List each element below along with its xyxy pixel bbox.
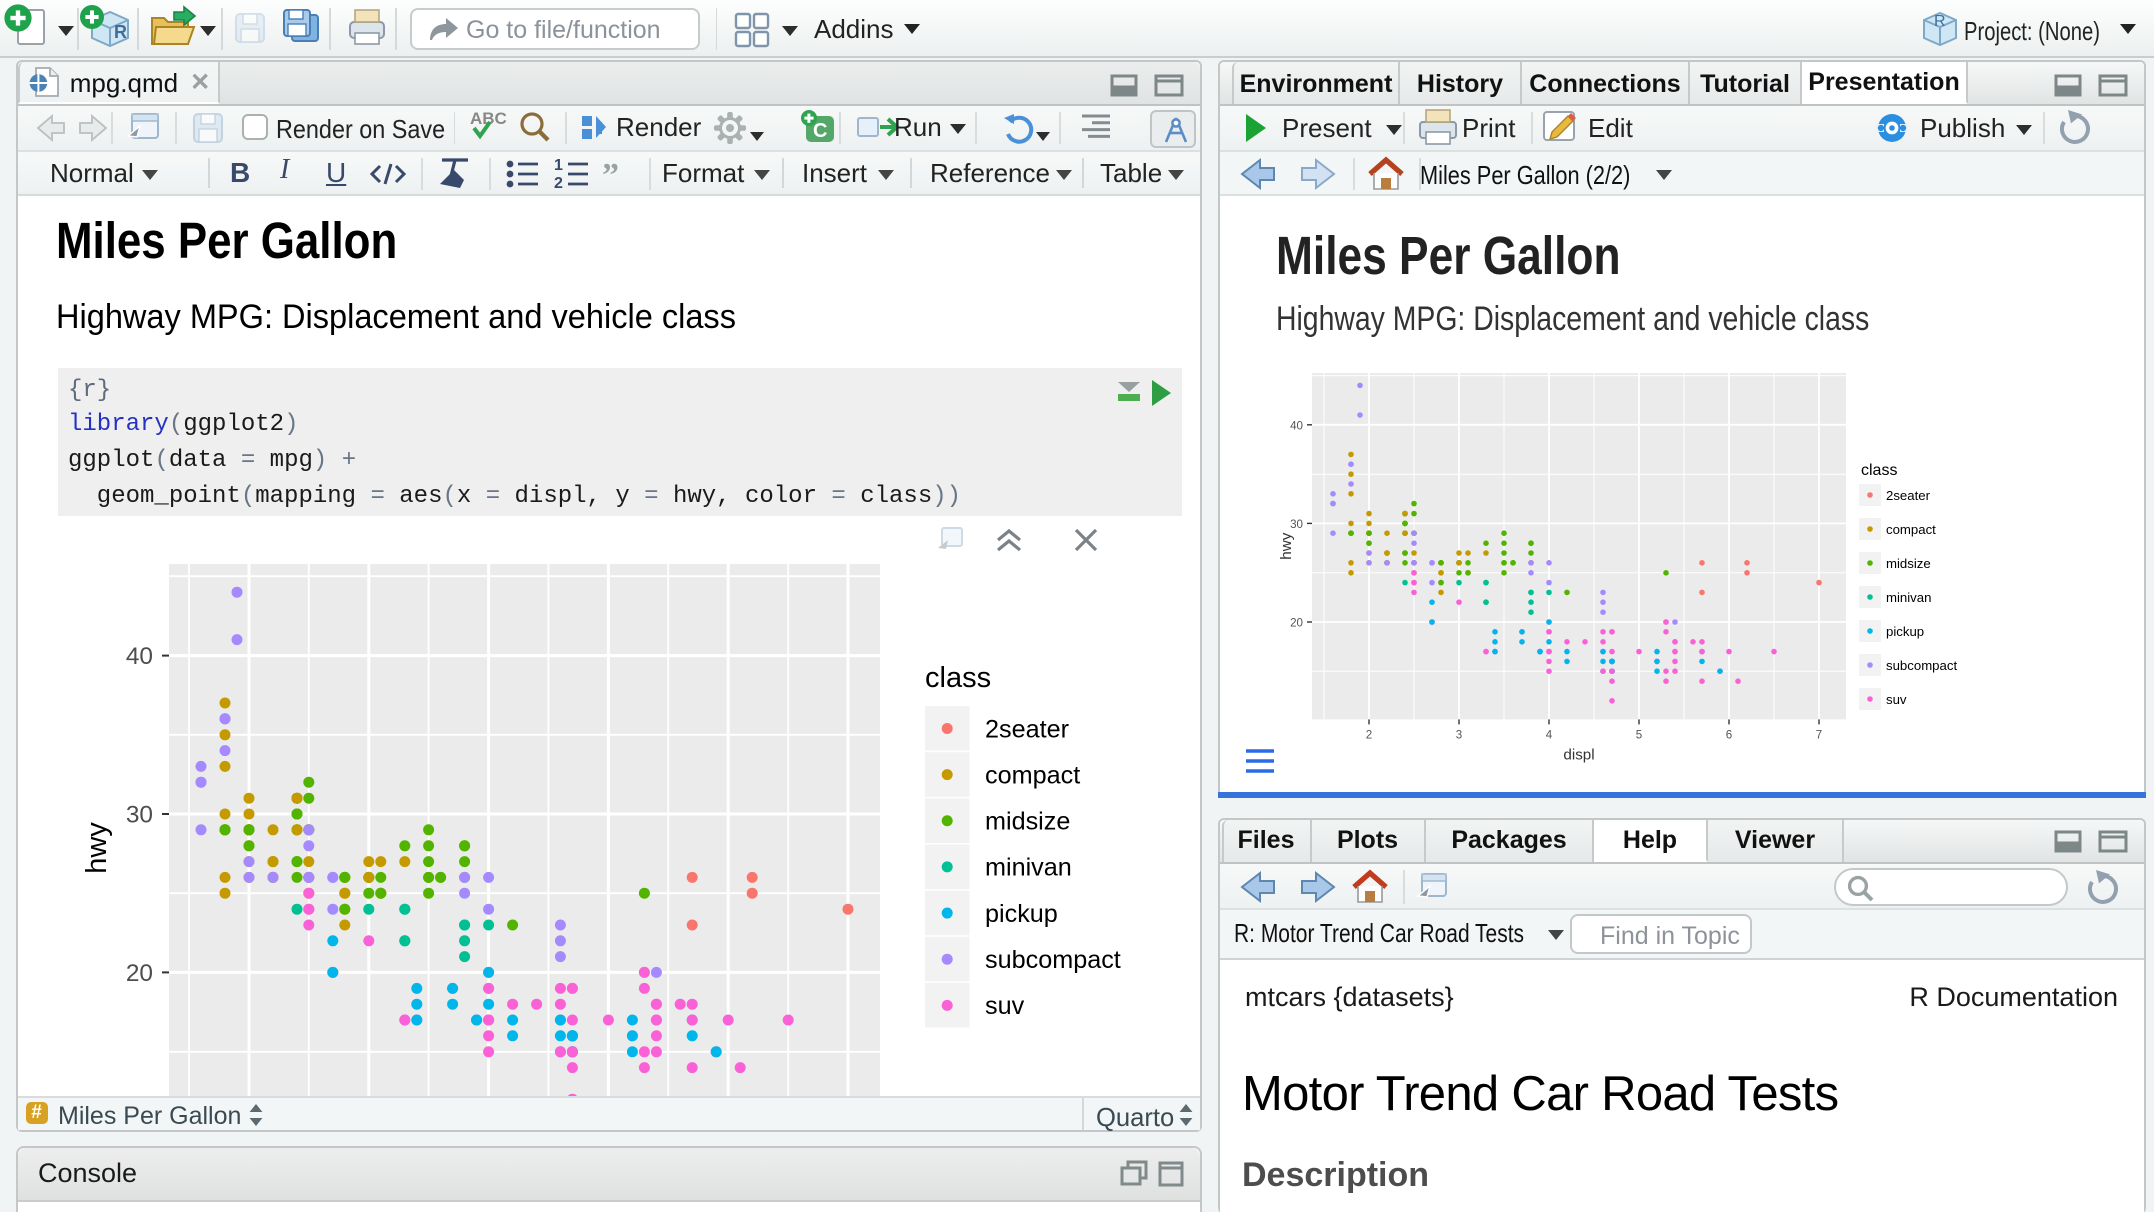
svg-text:class: class <box>925 662 991 694</box>
svg-text:R: R <box>1934 13 1946 30</box>
svg-text:7: 7 <box>1816 728 1822 741</box>
svg-text:20: 20 <box>126 960 153 987</box>
svg-text:R: R <box>114 22 127 42</box>
svg-text:5: 5 <box>1636 728 1642 741</box>
svg-text:hwy: hwy <box>81 822 113 874</box>
svg-text:subcompact: subcompact <box>1886 658 1957 673</box>
svg-text:Edit: Edit <box>1588 113 1634 143</box>
svg-text:”: ” <box>602 156 619 193</box>
svg-text:displ: displ <box>1563 746 1594 763</box>
svg-text:compact: compact <box>1886 522 1936 537</box>
svg-text:Render: Render <box>616 112 702 142</box>
svg-text:midsize: midsize <box>1886 556 1931 571</box>
svg-text:1: 1 <box>554 156 563 173</box>
svg-text:midsize: midsize <box>985 808 1070 836</box>
svg-text:6: 6 <box>1726 728 1732 741</box>
svg-text:Print: Print <box>1462 113 1516 143</box>
svg-text:2seater: 2seater <box>1886 488 1931 503</box>
svg-text:Publish: Publish <box>1920 113 2005 143</box>
svg-text:30: 30 <box>126 802 153 829</box>
svg-text:pickup: pickup <box>985 900 1058 928</box>
svg-text:pickup: pickup <box>1886 624 1924 639</box>
svg-text:suv: suv <box>985 992 1025 1020</box>
svg-text:2seater: 2seater <box>985 715 1069 743</box>
svg-text:suv: suv <box>1886 692 1907 707</box>
svg-text:3: 3 <box>1456 728 1462 741</box>
svg-text:Present: Present <box>1282 113 1372 143</box>
svg-text:subcompact: subcompact <box>985 946 1121 974</box>
svg-text:2: 2 <box>1366 728 1372 741</box>
svg-text:C: C <box>813 120 827 142</box>
svg-text:4: 4 <box>1546 728 1553 741</box>
svg-text:minivan: minivan <box>985 854 1072 882</box>
svg-text:2: 2 <box>554 174 563 191</box>
svg-text:Run: Run <box>894 112 942 142</box>
svg-text:hwy: hwy <box>1278 532 1295 559</box>
svg-text:40: 40 <box>126 643 153 670</box>
svg-text:class: class <box>1861 462 1897 479</box>
svg-text:minivan: minivan <box>1886 590 1931 605</box>
svg-text:compact: compact <box>985 761 1080 789</box>
svg-text:40: 40 <box>1290 419 1303 432</box>
svg-text:30: 30 <box>1290 518 1303 531</box>
svg-text:20: 20 <box>1290 617 1303 630</box>
